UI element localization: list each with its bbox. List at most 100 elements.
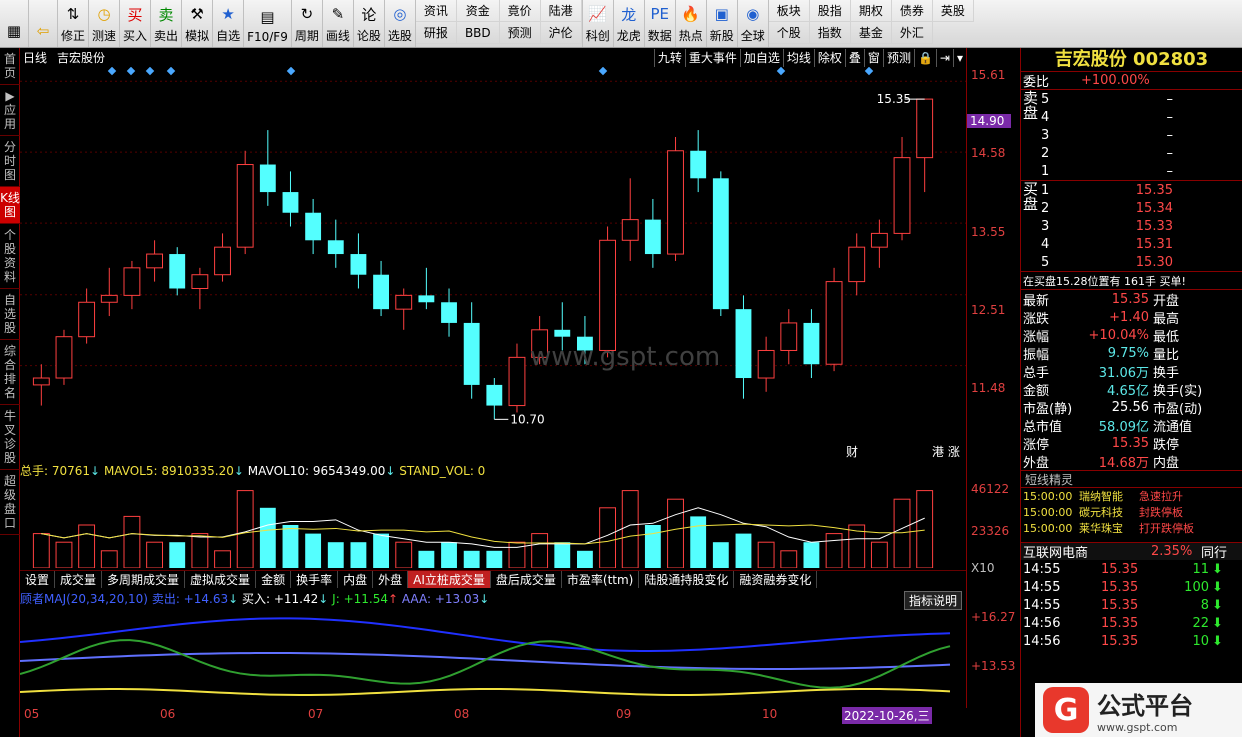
volume-bar [395,541,413,568]
info-grid-item[interactable]: 资讯 [415,0,457,22]
toolbar-button-科创[interactable]: 📈 科创 [583,0,614,47]
market-grid-item[interactable]: 股指 [809,0,851,22]
chart-tool-button[interactable]: 加自选 [739,49,783,67]
indicator-tab[interactable]: AI立桩成交量 [408,571,491,588]
indicator-tab[interactable]: 虚拟成交量 [185,571,257,588]
indicator-tab[interactable]: 成交量 [55,571,103,588]
candle-body [621,219,639,241]
indicator-chart[interactable] [20,606,966,706]
indicator-tab[interactable]: 市盈率(ttm) [562,571,640,588]
left-tab[interactable]: 超级盘口 [0,470,20,535]
market-grid-item[interactable]: 债券 [891,0,933,22]
chart-tool-button[interactable]: 🔒 [913,49,936,67]
info-grid-item[interactable]: 沪伦 [540,22,582,44]
kline-chart[interactable]: 15.35 10.70 www.gspt.com 财 港 涨 [20,67,966,462]
toolbar-button-back-arrow-icon[interactable]: ⇦ [29,0,58,47]
toolbar-button-选股[interactable]: ◎ 选股 [385,0,416,47]
tick-price: 15.35 [1101,561,1139,577]
axis-label: 46122 [971,482,1010,496]
left-tab[interactable]: 自选股 [0,289,20,340]
info-grid-item[interactable]: 资金 [456,0,500,22]
toolbar-button-新股[interactable]: ▣ 新股 [707,0,738,47]
market-grid-item[interactable]: 板块 [768,0,810,22]
sells-level[interactable]: 1– [1039,162,1242,180]
toolbar-button-模拟[interactable]: ⚒ 模拟 [182,0,214,47]
toolbar-button-论股[interactable]: 论论股 [354,0,385,47]
toolbar-button-热点[interactable]: 🔥 热点 [676,0,707,47]
info-grid-item[interactable]: 研报 [415,22,457,44]
elf-row[interactable]: 15:00:00 瑞纳智能 急速拉升 [1021,488,1242,504]
indicator-name: 顾者MAJ(20,34,20,10) [20,592,148,606]
toolbar-button-修正[interactable]: ⇅ 修正 [58,0,90,47]
market-grid-item[interactable]: 指数 [809,22,851,44]
sells-label: 卖盘 [1021,90,1039,120]
indicator-tab[interactable]: 陆股通持股变化 [639,571,735,588]
info-grid-item[interactable]: 预测 [499,22,541,44]
info-grid-item[interactable]: BBD [456,22,500,44]
market-grid-item[interactable]: 期权 [850,0,892,22]
sector-more[interactable]: 同行 [1201,542,1227,561]
indicator-tab[interactable]: 内盘 [338,571,374,588]
indicator-tab[interactable]: 金额 [256,571,292,588]
toolbar-button-卖出[interactable]: 卖卖出 [151,0,183,47]
elf-row[interactable]: 15:00:00 莱华珠宝 打开跌停板 [1021,520,1242,536]
left-tab[interactable]: 分时图 [0,136,20,187]
chart-tool-button[interactable]: 预测 [882,49,914,67]
sells-level[interactable]: 5– [1039,90,1242,108]
elf-row[interactable]: 15:00:00 碳元科技 封跌停板 [1021,504,1242,520]
sells-level[interactable]: 2– [1039,144,1242,162]
elf-title: 短线精灵 [1021,470,1242,488]
pen-icon: ✎ [331,5,345,23]
left-tab[interactable]: 综合排名 [0,340,20,405]
buys-level[interactable]: 1 15.35 [1039,181,1242,199]
indicator-tab[interactable]: 多周期成交量 [102,571,186,588]
chart-tool-button[interactable]: 除权 [813,49,845,67]
info-grid-item[interactable]: 陆港 [540,0,582,22]
buys-level[interactable]: 4 15.31 [1039,235,1242,253]
market-grid-item[interactable]: 外汇 [891,22,933,44]
toolbar-button-自选[interactable]: ★ 自选 [213,0,245,47]
volume-chart[interactable] [20,478,966,568]
chart-tool-button[interactable]: 重大事件 [684,49,740,67]
sells-level[interactable]: 4– [1039,108,1242,126]
info-grid-item[interactable]: 竟价 [499,0,541,22]
left-tab[interactable]: 首页 [0,48,20,85]
buys-level[interactable]: 3 15.33 [1039,217,1242,235]
left-tab[interactable]: 牛叉诊股 [0,405,20,470]
market-grid-item[interactable]: 基金 [850,22,892,44]
left-tab[interactable]: 个股资料 [0,224,20,289]
indicator-tab[interactable]: 外盘 [373,571,409,588]
chart-tool-button[interactable]: ⇥ [935,49,953,67]
indicator-tab[interactable]: 盘后成交量 [491,571,562,588]
chart-tool-button[interactable]: ▾ [952,49,966,67]
chart-tool-button[interactable]: 窗 [863,49,883,67]
left-tab[interactable]: ▶应用 [0,85,20,136]
indicator-tab[interactable]: 融资融券变化 [734,571,818,588]
down-arrow-icon: ⬇ [1212,561,1223,577]
chart-tool-button[interactable]: 叠 [844,49,864,67]
sells-level[interactable]: 3– [1039,126,1242,144]
toolbar-button-龙虎[interactable]: 龙龙虎 [614,0,645,47]
down-arrow-icon: ⬇ [1212,615,1223,631]
indicator-tab[interactable]: 换手率 [291,571,339,588]
chart-tool-button[interactable]: 均线 [782,49,814,67]
buys-level[interactable]: 5 15.30 [1039,253,1242,271]
buys-level[interactable]: 2 15.34 [1039,199,1242,217]
toolbar-button-数据[interactable]: PE 数据 [645,0,676,47]
indicator-tab[interactable]: 设置 [20,571,56,588]
toolbar-button-买入[interactable]: 买买入 [120,0,152,47]
period-label[interactable]: 日线 [23,49,47,66]
event-diamond-icon [286,67,296,76]
candle-body [146,253,164,269]
toolbar-button-F10/F9[interactable]: ▤ F10/F9 [244,0,292,47]
market-grid-item[interactable]: 个股 [768,22,810,44]
chart-tool-button[interactable]: 九转 [653,49,685,67]
toolbar-button-测速[interactable]: ◷ 测速 [89,0,121,47]
left-tab[interactable]: K线图 [0,187,20,224]
market-grid-item[interactable]: 英股 [932,0,974,22]
toolbar-button-win-logo-icon[interactable]: ▦ [0,0,29,47]
toolbar-button-画线[interactable]: ✎ 画线 [323,0,354,47]
toolbar-button-周期[interactable]: ↻ 周期 [292,0,323,47]
toolbar-button-全球[interactable]: ◉ 全球 [738,0,769,47]
sector-row[interactable]: 互联网电商 2.35% 同行 [1021,542,1242,561]
